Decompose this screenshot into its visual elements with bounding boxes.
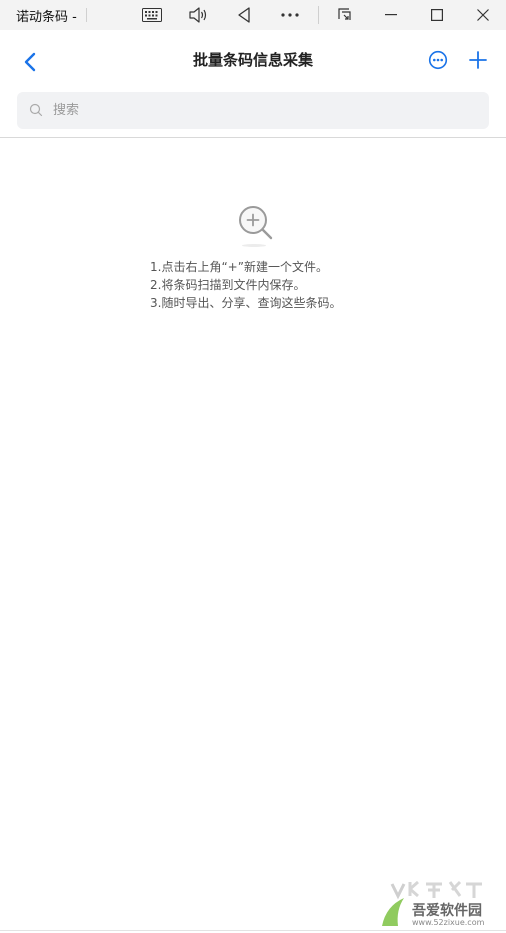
search-input[interactable] [53,92,473,129]
titlebar-divider [318,6,319,24]
bottom-divider [0,930,506,931]
keyboard-icon[interactable] [135,0,169,30]
title-separator [86,8,87,22]
app-header: 批量条码信息采集 [0,30,506,90]
minimize-icon[interactable] [374,0,408,30]
close-icon[interactable] [466,0,500,30]
empty-state-tips: 1.点击右上角“+”新建一个文件。 2.将条码扫描到文件内保存。 3.随时导出、… [150,258,341,312]
maximize-icon[interactable] [420,0,454,30]
plus-icon [469,51,487,69]
window-titlebar: 诺动条码 - [0,0,506,30]
zoom-in-icon [239,206,273,240]
search-bar[interactable] [17,92,489,129]
tip-line: 1.点击右上角“+”新建一个文件。 [150,260,328,274]
app-window: 诺动条码 - 批量条码信息采集 搜索 1.点击右上角“+”新建一个文件。 2.将… [0,0,506,933]
empty-icon-shadow [242,244,266,247]
watermark-url: www.52zixue.com [412,918,485,927]
watermark: 吾爱软件园 www.52zixue.com [378,876,502,928]
search-icon [29,103,43,117]
screenshot-icon[interactable] [328,0,362,30]
watermark-text: 吾爱软件园 [412,903,482,919]
header-divider [0,137,506,138]
window-title: 诺动条码 - [16,10,77,25]
volume-icon[interactable] [181,0,215,30]
add-button[interactable] [465,47,491,73]
more-dots-icon[interactable] [273,0,307,30]
tip-line: 3.随时导出、分享、查询这些条码。 [150,296,342,310]
more-circle-icon [428,50,448,70]
back-triangle-icon[interactable] [227,0,261,30]
more-button[interactable] [425,47,451,73]
tip-line: 2.将条码扫描到文件内保存。 [150,278,306,292]
